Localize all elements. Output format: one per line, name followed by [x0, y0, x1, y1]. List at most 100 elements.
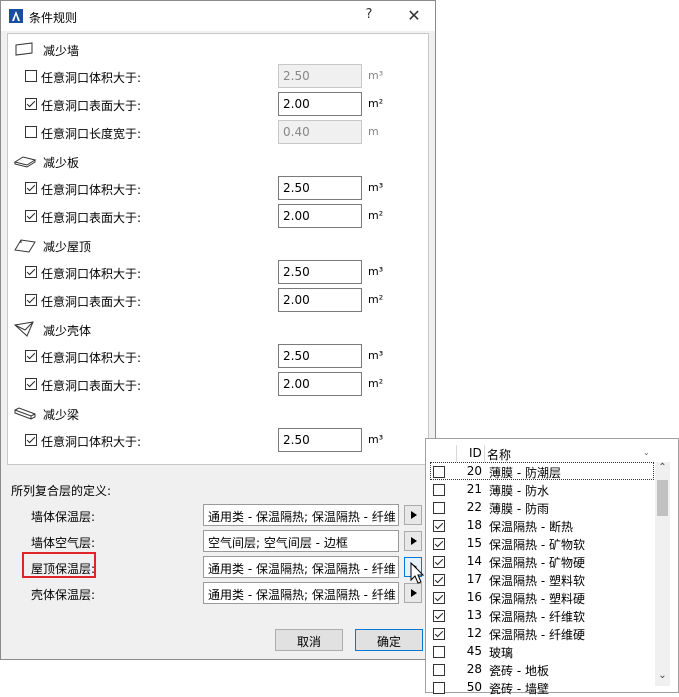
cancel-button[interactable]: 取消 — [275, 629, 343, 651]
list-item-checkbox[interactable] — [433, 502, 445, 514]
sort-icon: ⌄ — [643, 448, 650, 457]
list-item-name: 保温隔热 - 纤维软 — [489, 610, 585, 624]
list-item-id: 13 — [466, 608, 482, 622]
list-item-id: 21 — [466, 482, 482, 496]
shell-surface-label: 任意洞口表面大于: — [41, 379, 142, 393]
wall-length-input[interactable]: 0.40 — [278, 120, 362, 144]
list-item[interactable]: 16 保温隔热 - 塑料硬 — [430, 589, 654, 607]
condition-rules-dialog: 条件规则 ? ✕ 减少墙 任意洞口体积大于: 2.50 m³ 任意洞口表面大于:… — [0, 0, 436, 660]
shell-volume-input[interactable]: 2.50 — [278, 344, 362, 368]
help-button[interactable]: ? — [361, 7, 377, 25]
close-button[interactable]: ✕ — [404, 6, 424, 26]
list-item-checkbox[interactable] — [433, 682, 445, 694]
slab-volume-input[interactable]: 2.50 — [278, 176, 362, 200]
list-item[interactable]: 15 保温隔热 - 矿物软 — [430, 535, 654, 553]
scroll-down-icon[interactable]: ⌄ — [655, 670, 670, 687]
list-item-id: 16 — [466, 590, 482, 604]
list-item-checkbox[interactable] — [433, 520, 445, 532]
list-item[interactable]: 17 保温隔热 - 塑料软 — [430, 571, 654, 589]
list-item[interactable]: 21 薄膜 - 防水 — [430, 481, 654, 499]
archicad-app-icon — [9, 9, 23, 23]
list-item-name: 保温隔热 - 纤维硬 — [489, 628, 585, 642]
beam-volume-input[interactable]: 2.50 — [278, 428, 362, 452]
roof-volume-input[interactable]: 2.50 — [278, 260, 362, 284]
roof-surface-checkbox[interactable] — [25, 294, 37, 306]
beam-volume-label: 任意洞口体积大于: — [41, 435, 142, 449]
list-item-checkbox[interactable] — [433, 466, 445, 478]
wall-surface-label: 任意洞口表面大于: — [41, 99, 142, 113]
list-item-checkbox[interactable] — [433, 574, 445, 586]
list-item-id: 14 — [466, 554, 482, 568]
wall-volume-input[interactable]: 2.50 — [278, 64, 362, 88]
wall-length-unit: m — [368, 125, 379, 138]
popup-header-id[interactable]: ID — [469, 446, 482, 460]
roof-insulation-field[interactable]: 通用类 - 保温隔热; 保温隔热 - 纤维 — [203, 556, 399, 578]
roof-surface-input[interactable]: 2.00 — [278, 288, 362, 312]
list-item[interactable]: 45 玻璃 — [430, 643, 654, 661]
wall-air-arrow-button[interactable] — [404, 531, 422, 551]
slab-surface-checkbox[interactable] — [25, 210, 37, 222]
beam-volume-row: 任意洞口体积大于: 2.50 m³ — [1, 428, 421, 454]
wall-length-checkbox[interactable] — [25, 126, 37, 138]
list-item-checkbox[interactable] — [433, 556, 445, 568]
list-item[interactable]: 20 薄膜 - 防潮层 — [430, 463, 654, 481]
shell-insulation-arrow-button[interactable] — [404, 583, 422, 603]
shell-insulation-field[interactable]: 通用类 - 保温隔热; 保温隔热 - 纤维 — [203, 582, 399, 604]
section-title-wall: 减少墙 — [43, 44, 80, 58]
list-item-name: 瓷砖 - 墙壁 — [489, 682, 549, 696]
roof-surface-unit: m² — [368, 293, 384, 306]
list-item[interactable]: 14 保温隔热 - 矿物硬 — [430, 553, 654, 571]
section-title-beam: 减少梁 — [43, 408, 80, 422]
slab-volume-checkbox[interactable] — [25, 182, 37, 194]
list-item-checkbox[interactable] — [433, 646, 445, 658]
wall-air-label: 墙体空气层: — [31, 536, 96, 550]
roof-volume-unit: m³ — [368, 265, 384, 278]
shell-surface-checkbox[interactable] — [25, 378, 37, 390]
list-item-name: 保温隔热 - 塑料软 — [489, 574, 585, 588]
list-item[interactable]: 28 瓷砖 - 地板 — [430, 661, 654, 679]
slab-surface-input[interactable]: 2.00 — [278, 204, 362, 228]
roof-icon — [14, 239, 36, 253]
popup-header-name[interactable]: 名称 — [487, 446, 511, 463]
title-bar: 条件规则 ? ✕ — [1, 1, 435, 31]
shell-surface-row: 任意洞口表面大于: 2.00 m² — [1, 372, 421, 398]
scroll-up-icon[interactable]: ⌃ — [655, 462, 670, 479]
list-item[interactable]: 12 保温隔热 - 纤维硬 — [430, 625, 654, 643]
wall-surface-checkbox[interactable] — [25, 98, 37, 110]
list-item-name: 薄膜 - 防雨 — [489, 502, 549, 516]
wall-length-label: 任意洞口长度宽于: — [41, 127, 142, 141]
wall-insulation-field[interactable]: 通用类 - 保温隔热; 保温隔热 - 纤维 — [203, 504, 399, 526]
list-item-checkbox[interactable] — [433, 484, 445, 496]
slab-icon — [13, 156, 37, 168]
scroll-thumb[interactable] — [657, 480, 668, 516]
list-item[interactable]: 18 保温隔热 - 断热 — [430, 517, 654, 535]
shell-volume-checkbox[interactable] — [25, 350, 37, 362]
ok-button[interactable]: 确定 — [355, 629, 423, 651]
roof-volume-checkbox[interactable] — [25, 266, 37, 278]
list-item[interactable]: 50 瓷砖 - 墙壁 — [430, 679, 654, 697]
wall-insulation-arrow-button[interactable] — [404, 505, 422, 525]
list-item-id: 22 — [466, 500, 482, 514]
beam-volume-checkbox[interactable] — [25, 434, 37, 446]
list-item[interactable]: 22 薄膜 - 防雨 — [430, 499, 654, 517]
wall-volume-checkbox[interactable] — [25, 70, 37, 82]
list-item-checkbox[interactable] — [433, 628, 445, 640]
list-item-checkbox[interactable] — [433, 538, 445, 550]
wall-surface-row: 任意洞口表面大于: 2.00 m² — [1, 92, 421, 118]
shell-icon — [13, 321, 34, 337]
list-item-name: 保温隔热 - 塑料硬 — [489, 592, 585, 606]
list-item-checkbox[interactable] — [433, 592, 445, 604]
list-item-checkbox[interactable] — [433, 664, 445, 676]
popup-header: ID 名称 — [430, 445, 654, 463]
column-separator — [484, 445, 485, 462]
roof-surface-row: 任意洞口表面大于: 2.00 m² — [1, 288, 421, 314]
list-item-id: 28 — [466, 662, 482, 676]
wall-air-field[interactable]: 空气间层; 空气间层 - 边框 — [203, 530, 399, 552]
wall-insulation-row: 墙体保温层: 通用类 - 保温隔热; 保温隔热 - 纤维 — [1, 504, 435, 528]
shell-surface-input[interactable]: 2.00 — [278, 372, 362, 396]
list-item-name: 瓷砖 - 地板 — [489, 664, 549, 678]
list-item-checkbox[interactable] — [433, 610, 445, 622]
list-item[interactable]: 13 保温隔热 - 纤维软 — [430, 607, 654, 625]
wall-surface-input[interactable]: 2.00 — [278, 92, 362, 116]
wall-air-row: 墙体空气层: 空气间层; 空气间层 - 边框 — [1, 530, 435, 554]
